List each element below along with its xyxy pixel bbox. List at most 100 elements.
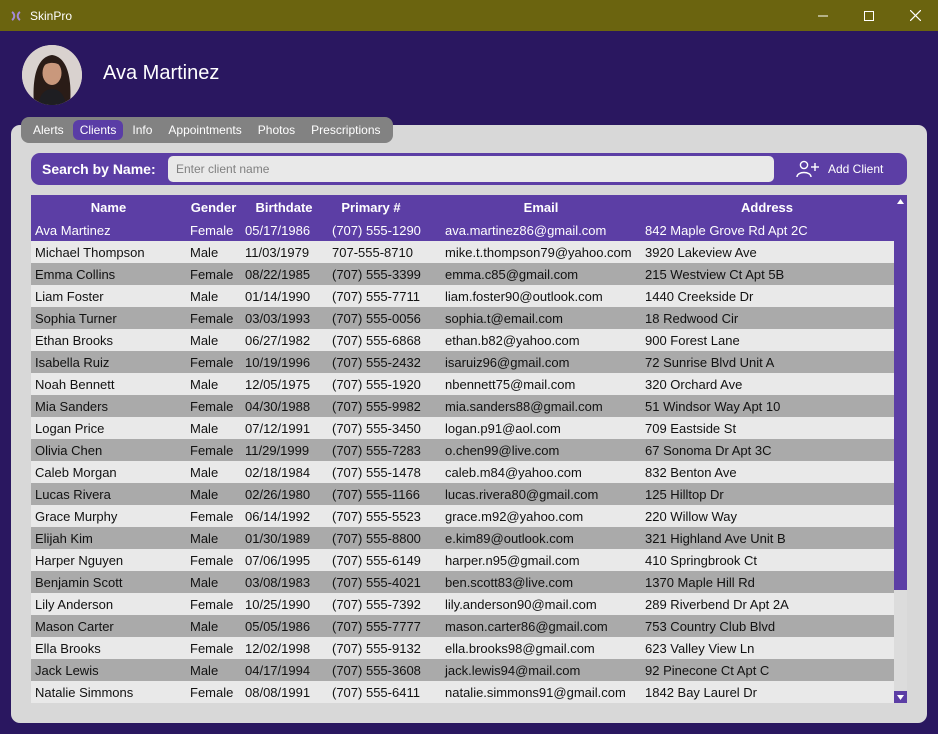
table-row[interactable]: Ella Brooks Female 12/02/1998 (707) 555-913… <box>31 637 894 659</box>
cell-birthdate: 07/12/1991 <box>245 421 311 436</box>
add-client-button[interactable]: Add Client <box>796 159 883 179</box>
search-input[interactable] <box>168 156 774 182</box>
cell-name: Michael Thompson <box>35 245 145 260</box>
cell-email: natalie.simmons91@gmail.com <box>445 685 626 700</box>
cell-address: 410 Springbrook Ct <box>645 553 758 568</box>
tab-appointments[interactable]: Appointments <box>161 120 248 140</box>
minimize-button[interactable] <box>800 0 846 31</box>
close-button[interactable] <box>892 0 938 31</box>
cell-gender: Male <box>190 465 219 480</box>
column-header-birthdate[interactable]: Birthdate <box>251 200 317 215</box>
cell-email: lily.anderson90@mail.com <box>445 597 597 612</box>
cell-birthdate: 08/22/1985 <box>245 267 311 282</box>
cell-address: 289 Riverbend Dr Apt 2A <box>645 597 789 612</box>
table-row[interactable]: Logan Price Male 07/12/1991 (707) 555-3450 l… <box>31 417 894 439</box>
table-row[interactable]: Harper Nguyen Female 07/06/1995 (707) 555-6… <box>31 549 894 571</box>
avatar[interactable] <box>22 45 82 105</box>
close-icon <box>909 10 921 21</box>
cell-primary-phone: (707) 555-7283 <box>332 443 421 458</box>
cell-name: Elijah Kim <box>35 531 93 546</box>
cell-primary-phone: 707-555-8710 <box>332 245 413 260</box>
cell-name: Harper Nguyen <box>35 553 124 568</box>
table-row[interactable]: Caleb Morgan Male 02/18/1984 (707) 555-1478… <box>31 461 894 483</box>
cell-name: Caleb Morgan <box>35 465 117 480</box>
column-header-address[interactable]: Address <box>727 200 807 215</box>
app-logo-icon <box>9 9 23 23</box>
scrollbar-thumb[interactable] <box>894 207 907 590</box>
column-header-name[interactable]: Name <box>71 200 146 215</box>
table-row[interactable]: Natalie Simmons Female 08/08/1991 (707) 555… <box>31 681 894 703</box>
table-row[interactable]: Sophia Turner Female 03/03/1993 (707) 555-0… <box>31 307 894 329</box>
table-row[interactable]: Lucas Rivera Male 02/26/1980 (707) 555-1166… <box>31 483 894 505</box>
cell-email: liam.foster90@outlook.com <box>445 289 603 304</box>
table-row[interactable]: Liam Foster Male 01/14/1990 (707) 555-7711 l… <box>31 285 894 307</box>
tab-prescriptions[interactable]: Prescriptions <box>304 120 387 140</box>
cell-birthdate: 01/14/1990 <box>245 289 311 304</box>
cell-email: sophia.t@email.com <box>445 311 563 326</box>
cell-email: ella.brooks98@gmail.com <box>445 641 595 656</box>
table-row[interactable]: Mason Carter Male 05/05/1986 (707) 555-7777… <box>31 615 894 637</box>
table-row[interactable]: Michael Thompson Male 11/03/1979 707-555-87… <box>31 241 894 263</box>
cell-primary-phone: (707) 555-9132 <box>332 641 421 656</box>
table-row[interactable]: Noah Bennett Male 12/05/1975 (707) 555-1920… <box>31 373 894 395</box>
window-title: SkinPro <box>30 8 73 23</box>
cell-birthdate: 03/03/1993 <box>245 311 311 326</box>
cell-name: Jack Lewis <box>35 663 99 678</box>
table-row[interactable]: Isabella Ruiz Female 10/19/1996 (707) 555-2… <box>31 351 894 373</box>
cell-gender: Female <box>190 553 234 568</box>
table-row[interactable]: Emma Collins Female 08/22/1985 (707) 555-33… <box>31 263 894 285</box>
cell-address: 753 Country Club Blvd <box>645 619 776 634</box>
cell-name: Benjamin Scott <box>35 575 123 590</box>
cell-gender: Female <box>190 443 234 458</box>
table-row[interactable]: Grace Murphy Female 06/14/1992 (707) 555-55… <box>31 505 894 527</box>
cell-address: 67 Sonoma Dr Apt 3C <box>645 443 772 458</box>
column-header-primary-phone[interactable]: Primary # <box>326 200 416 215</box>
cell-email: mason.carter86@gmail.com <box>445 619 608 634</box>
cell-address: 832 Benton Ave <box>645 465 737 480</box>
cell-gender: Female <box>190 685 234 700</box>
search-bar: Search by Name: Add Client <box>31 153 907 185</box>
cell-primary-phone: (707) 555-3450 <box>332 421 421 436</box>
scroll-up-button[interactable] <box>894 195 907 207</box>
table-row[interactable]: Benjamin Scott Male 03/08/1983 (707) 555-40… <box>31 571 894 593</box>
table-row[interactable]: Elijah Kim Male 01/30/1989 (707) 555-8800 e.… <box>31 527 894 549</box>
profile-photo <box>22 45 82 105</box>
table-row[interactable]: Olivia Chen Female 11/29/1999 (707) 555-728… <box>31 439 894 461</box>
scroll-down-button[interactable] <box>894 691 907 703</box>
table-row[interactable]: Lily Anderson Female 10/25/1990 (707) 555-7… <box>31 593 894 615</box>
maximize-icon <box>864 10 874 21</box>
cell-gender: Male <box>190 619 219 634</box>
cell-address: 215 Westview Ct Apt 5B <box>645 267 785 282</box>
table-row[interactable]: Mia Sanders Female 04/30/1988 (707) 555-998… <box>31 395 894 417</box>
tab-info[interactable]: Info <box>125 120 159 140</box>
tab-alerts[interactable]: Alerts <box>26 120 71 140</box>
column-header-gender[interactable]: Gender <box>186 200 241 215</box>
cell-name: Natalie Simmons <box>35 685 134 700</box>
maximize-button[interactable] <box>846 0 892 31</box>
cell-birthdate: 11/29/1999 <box>245 443 310 458</box>
cell-gender: Male <box>190 289 219 304</box>
cell-gender: Female <box>190 223 234 238</box>
tab-photos[interactable]: Photos <box>251 120 302 140</box>
cell-address: 18 Redwood Cir <box>645 311 739 326</box>
cell-name: Lily Anderson <box>35 597 114 612</box>
column-header-email[interactable]: Email <box>501 200 581 215</box>
cell-email: e.kim89@outlook.com <box>445 531 574 546</box>
cell-name: Noah Bennett <box>35 377 115 392</box>
cell-email: mia.sanders88@gmail.com <box>445 399 603 414</box>
cell-address: 3920 Lakeview Ave <box>645 245 757 260</box>
vertical-scrollbar[interactable] <box>894 195 907 703</box>
cell-primary-phone: (707) 555-6411 <box>332 685 420 700</box>
table-row[interactable]: Ava Martinez Female 05/17/1986 (707) 555-12… <box>31 219 894 241</box>
table-row[interactable]: Ethan Brooks Male 06/27/1982 (707) 555-6868… <box>31 329 894 351</box>
cell-primary-phone: (707) 555-7711 <box>332 289 420 304</box>
cell-primary-phone: (707) 555-3399 <box>332 267 421 282</box>
cell-primary-phone: (707) 555-7392 <box>332 597 421 612</box>
cell-name: Logan Price <box>35 421 105 436</box>
cell-gender: Female <box>190 641 234 656</box>
cell-gender: Female <box>190 597 234 612</box>
tab-clients[interactable]: Clients <box>72 120 124 140</box>
cell-primary-phone: (707) 555-7777 <box>332 619 421 634</box>
table-row[interactable]: Jack Lewis Male 04/17/1994 (707) 555-3608 ja… <box>31 659 894 681</box>
cell-gender: Male <box>190 663 219 678</box>
